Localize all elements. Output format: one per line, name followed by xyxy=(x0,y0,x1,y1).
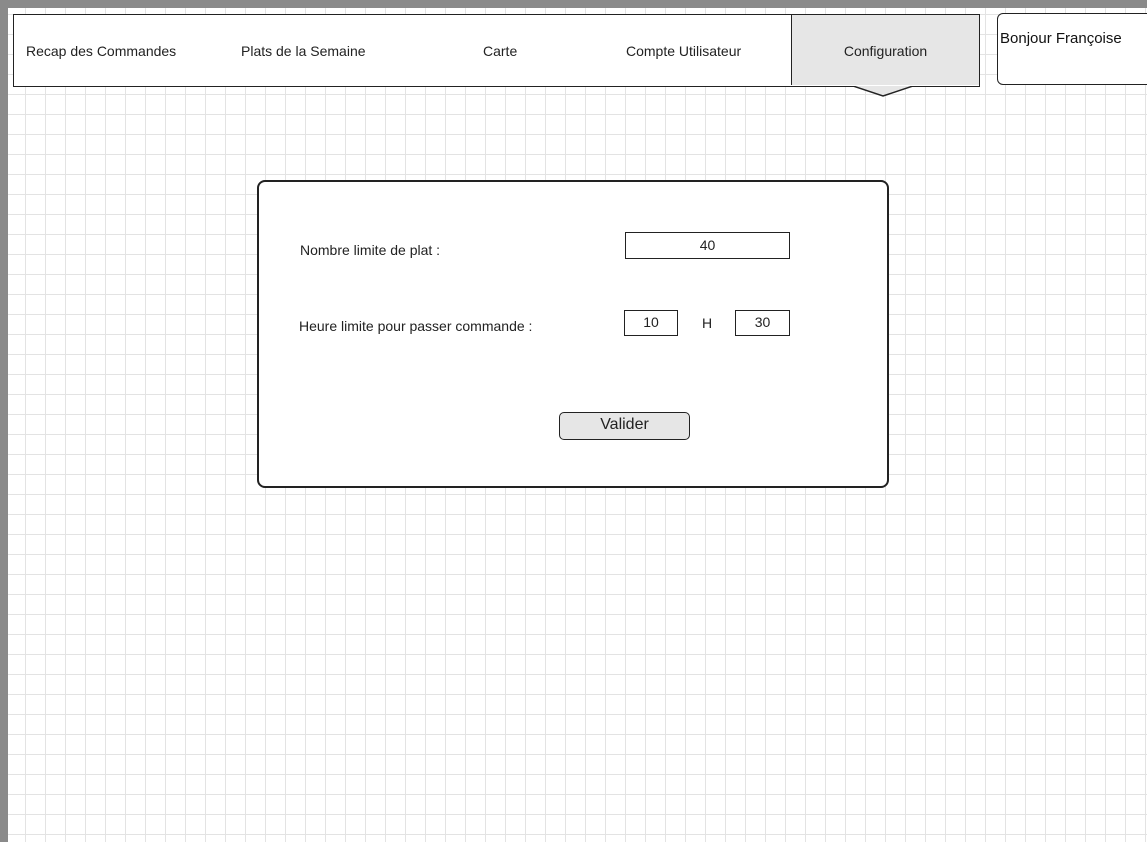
user-greeting[interactable]: Bonjour Françoise xyxy=(997,13,1147,85)
nav-item-label: Configuration xyxy=(843,43,928,59)
dish-limit-input[interactable]: 40 xyxy=(625,232,790,259)
hour-separator: H xyxy=(702,315,713,331)
nav-item-label: Compte Utilisateur xyxy=(626,43,742,59)
order-deadline-label: Heure limite pour passer commande : xyxy=(299,318,533,334)
nav-item-label: Plats de la Semaine xyxy=(241,43,366,59)
nav-item-label: Carte xyxy=(483,43,518,59)
configuration-panel: Nombre limite de plat : 40 Heure limite … xyxy=(257,180,889,488)
validate-button[interactable]: Valider xyxy=(559,412,690,440)
nav-item-configuration[interactable]: Configuration xyxy=(791,15,979,85)
nav-item-label: Recap des Commandes xyxy=(26,43,177,59)
deadline-minute-input[interactable]: 30 xyxy=(735,310,790,336)
deadline-hour-input[interactable]: 10 xyxy=(624,310,678,336)
active-tab-pointer-icon xyxy=(853,86,913,97)
greeting-text: Bonjour Françoise xyxy=(1000,30,1122,47)
nav-item-compte-utilisateur[interactable]: Compte Utilisateur xyxy=(626,15,741,85)
nav-item-plats-semaine[interactable]: Plats de la Semaine xyxy=(241,15,366,85)
dish-limit-label: Nombre limite de plat : xyxy=(300,242,441,258)
nav-item-recap-commandes[interactable]: Recap des Commandes xyxy=(26,15,176,85)
nav-item-carte[interactable]: Carte xyxy=(483,15,517,85)
top-navigation-bar: Recap des Commandes Plats de la Semaine … xyxy=(13,14,980,87)
